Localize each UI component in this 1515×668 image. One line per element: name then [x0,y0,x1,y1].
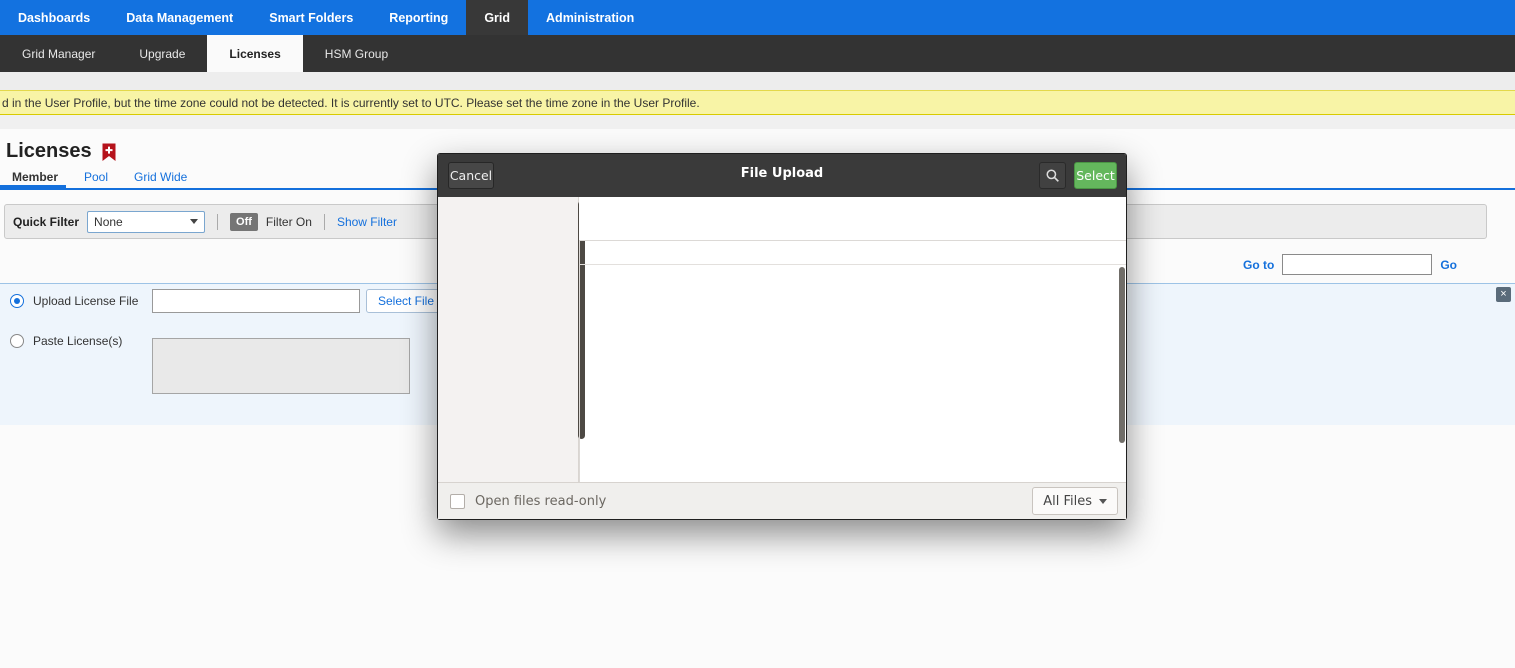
chevron-down-icon [1099,499,1107,508]
paste-license-radio[interactable] [10,334,24,348]
tab-pool[interactable]: Pool [84,170,108,184]
license-file-input[interactable] [152,289,360,313]
nav-item-administration[interactable]: Administration [528,0,652,35]
nav-item-grid[interactable]: Grid [466,0,528,35]
upload-file-radio[interactable] [10,294,24,308]
dialog-header: Cancel File Upload Select [438,154,1126,197]
tab-member[interactable]: Member [12,170,58,184]
file-filter-value: All Files [1043,494,1092,509]
dialog-body [438,197,1126,519]
secondary-nav: Grid ManagerUpgradeLicensesHSM Group [0,35,1515,72]
quick-filter-value: None [94,215,123,229]
file-list-header [580,241,1126,265]
select-button[interactable]: Select [1074,162,1117,189]
nav-spacer [0,72,1515,90]
search-icon [1045,168,1060,183]
read-only-label: Open files read-only [475,494,606,509]
subnav-item-hsm-group[interactable]: HSM Group [303,35,410,72]
read-only-checkbox[interactable] [450,494,465,509]
subnav-item-upgrade[interactable]: Upgrade [117,35,207,72]
divider [324,214,325,230]
subnav-item-grid-manager[interactable]: Grid Manager [0,35,117,72]
nav-item-reporting[interactable]: Reporting [371,0,466,35]
go-button[interactable]: Go [1440,258,1457,272]
file-list-scrollbar[interactable] [1119,267,1125,443]
tab-grid-wide[interactable]: Grid Wide [134,170,187,184]
filter-toggle[interactable]: Off [230,213,258,231]
dialog-title: File Upload [438,166,1126,181]
subnav-item-licenses[interactable]: Licenses [207,35,302,72]
path-bar [579,197,1126,240]
dialog-main [579,197,1126,519]
nav-item-dashboards[interactable]: Dashboards [0,0,108,35]
licenses-page: { "nav_primary": [ {"label": "Dashboards… [0,0,1515,668]
paste-license-label: Paste License(s) [33,334,122,348]
page-title: Licenses [6,140,92,163]
paste-license-option: Paste License(s) [10,334,122,348]
show-filter-link[interactable]: Show Filter [337,215,397,229]
filter-on-label: Filter On [266,215,312,229]
nav-item-smart-folders[interactable]: Smart Folders [251,0,371,35]
goto-row: Go to Go [1243,254,1457,275]
search-button[interactable] [1039,162,1066,189]
divider [217,214,218,230]
places-sidebar [438,197,579,519]
close-icon[interactable]: × [1496,287,1511,302]
file-list [579,240,1126,484]
primary-nav: DashboardsData ManagementSmart FoldersRe… [0,0,1515,35]
select-file-button[interactable]: Select File [366,289,446,313]
file-upload-dialog: Cancel File Upload Select Open files rea… [437,153,1127,520]
goto-label: Go to [1243,258,1274,272]
banner-spacer [0,115,1515,129]
nav-item-data-management[interactable]: Data Management [108,0,251,35]
timezone-warning-banner: d in the User Profile, but the time zone… [0,90,1515,115]
bookmark-icon[interactable] [102,143,116,162]
quick-filter-select[interactable]: None [87,211,205,233]
goto-input[interactable] [1282,254,1432,275]
upload-file-label: Upload License File [33,294,138,308]
paste-license-textarea[interactable] [152,338,410,394]
upload-file-option: Upload License File [10,294,138,308]
file-filter-dropdown[interactable]: All Files [1032,487,1118,515]
quick-filter-label: Quick Filter [13,215,79,229]
dialog-footer: Open files read-only All Files [438,482,1126,519]
banner-text: d in the User Profile, but the time zone… [2,96,700,110]
chevron-down-icon [190,219,198,228]
